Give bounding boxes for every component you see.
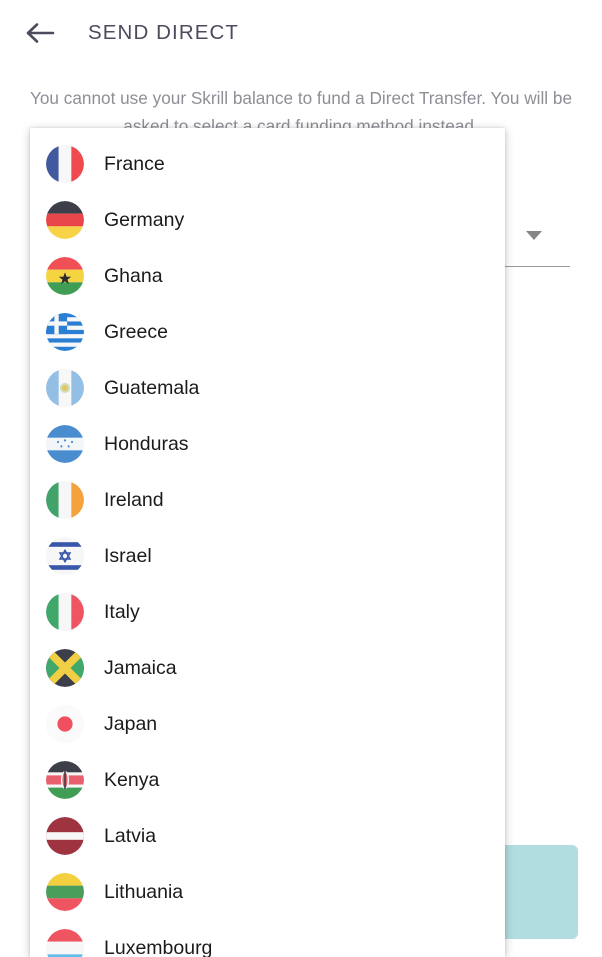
country-option-kenya[interactable]: Kenya [30,752,505,808]
continue-button[interactable] [494,845,578,939]
country-option-latvia[interactable]: Latvia [30,808,505,864]
country-option-guatemala[interactable]: Guatemala [30,360,505,416]
country-option-label: Jamaica [104,656,177,679]
country-option-label: Honduras [104,432,189,455]
send-direct-screen: SEND DIRECT You cannot use your Skrill b… [0,0,602,957]
country-option-label: Lithuania [104,880,184,903]
country-option-label: Luxembourg [104,936,213,957]
country-option-ghana[interactable]: Ghana [30,248,505,304]
country-option-jamaica[interactable]: Jamaica [30,640,505,696]
flag-israel-icon [46,537,84,575]
country-option-luxembourg[interactable]: Luxembourg [30,920,505,957]
country-option-lithuania[interactable]: Lithuania [30,864,505,920]
flag-france-icon [46,145,84,183]
country-option-label: Guatemala [104,376,200,399]
flag-kenya-icon [46,761,84,799]
country-option-italy[interactable]: Italy [30,584,505,640]
country-option-label: Italy [104,600,140,623]
country-option-label: Israel [104,544,152,567]
flag-greece-icon [46,313,84,351]
flag-ireland-icon [46,481,84,519]
country-option-label: Greece [104,320,168,343]
flag-italy-icon [46,593,84,631]
country-option-israel[interactable]: Israel [30,528,505,584]
flag-lithuania-icon [46,873,84,911]
country-option-honduras[interactable]: Honduras [30,416,505,472]
country-option-germany[interactable]: Germany [30,192,505,248]
flag-germany-icon [46,201,84,239]
country-option-label: Japan [104,712,158,735]
chevron-down-icon [526,231,542,240]
country-option-ireland[interactable]: Ireland [30,472,505,528]
back-button[interactable] [14,7,66,59]
country-option-label: Ireland [104,488,164,511]
app-bar: SEND DIRECT [0,0,602,66]
arrow-left-icon [25,21,55,45]
country-option-france[interactable]: France [30,136,505,192]
country-option-greece[interactable]: Greece [30,304,505,360]
flag-japan-icon [46,705,84,743]
country-option-label: Ghana [104,264,163,287]
flag-luxembourg-icon [46,929,84,957]
country-option-label: Germany [104,208,185,231]
country-option-japan[interactable]: Japan [30,696,505,752]
flag-latvia-icon [46,817,84,855]
country-option-list[interactable]: France Germany Ghana Greece Guatemala Ho… [30,128,505,957]
country-option-label: Latvia [104,824,157,847]
country-option-label: France [104,152,165,175]
flag-honduras-icon [46,425,84,463]
flag-ghana-icon [46,257,84,295]
country-dropdown-panel: France Germany Ghana Greece Guatemala Ho… [30,128,505,957]
flag-guatemala-icon [46,369,84,407]
country-option-label: Kenya [104,768,160,791]
page-title: SEND DIRECT [88,21,240,44]
flag-jamaica-icon [46,649,84,687]
